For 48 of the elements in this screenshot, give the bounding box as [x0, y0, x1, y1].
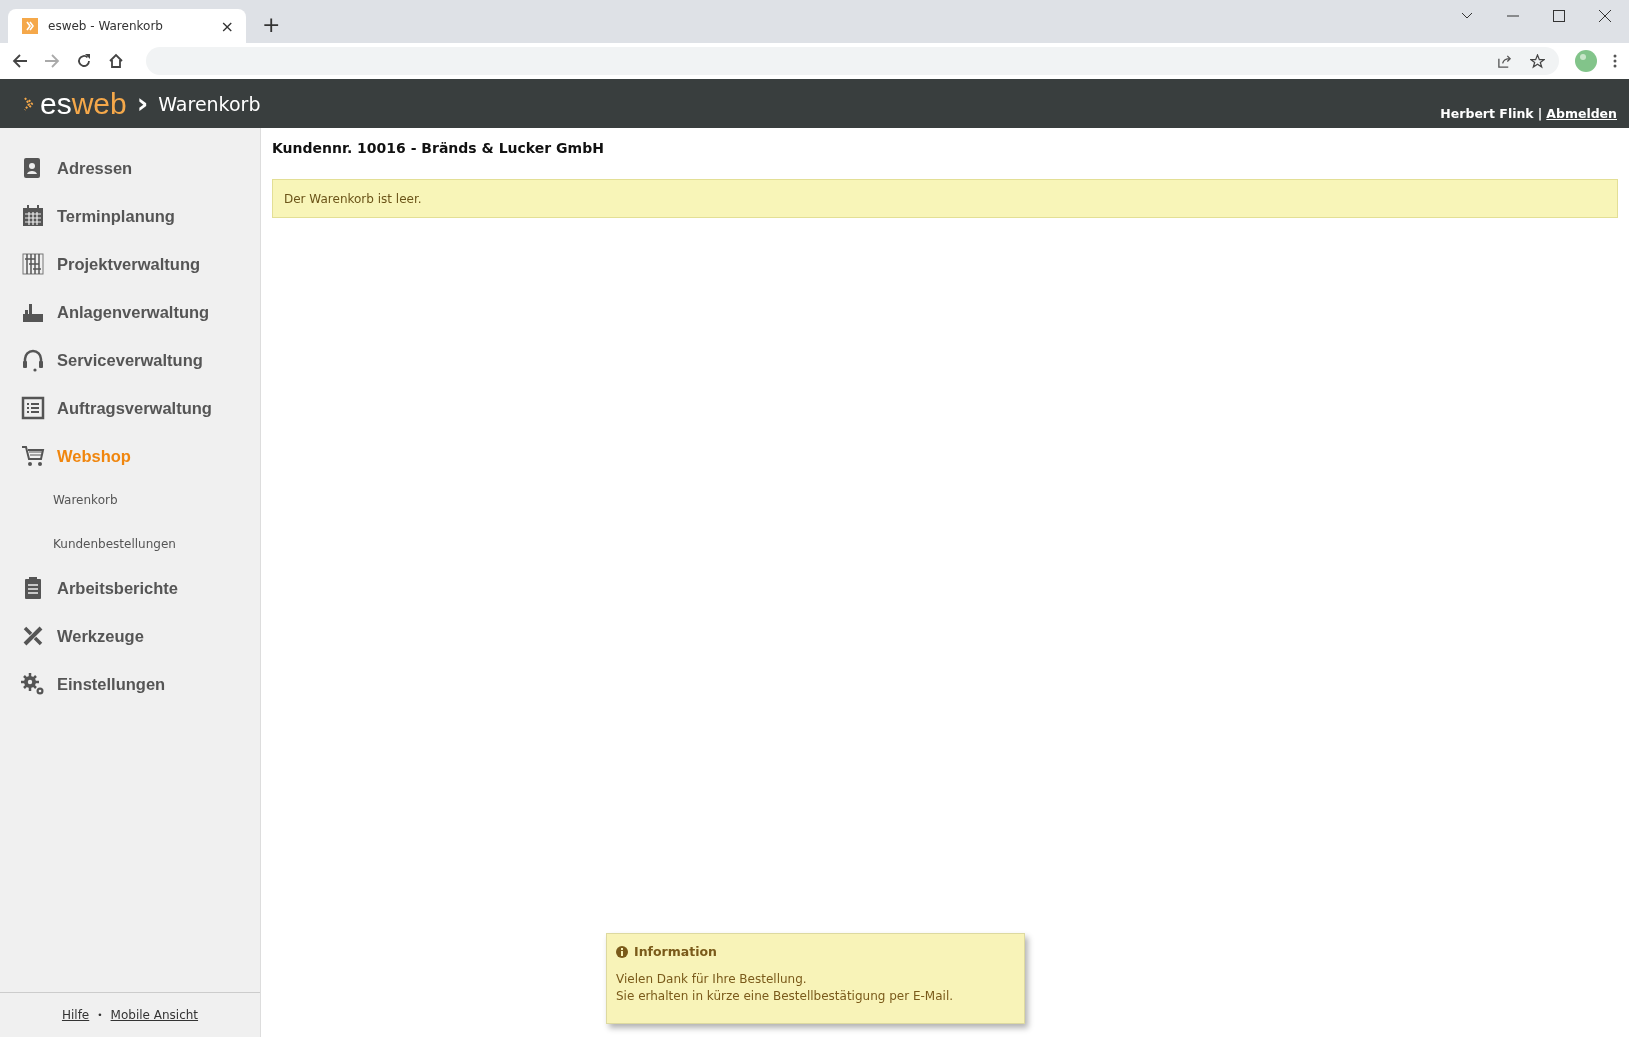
nav-icon [21, 444, 45, 468]
bullet: • [97, 1010, 103, 1020]
nav-item[interactable]: Serviceverwaltung [0, 336, 260, 384]
tab-search-icon[interactable] [1461, 12, 1473, 20]
help-link[interactable]: Hilfe [61, 1008, 90, 1022]
sub-nav-link[interactable]: Warenkorb [53, 490, 260, 510]
nav-item[interactable]: Anlagenverwaltung [0, 288, 260, 336]
separator: | [1537, 106, 1543, 121]
popup-message: Sie erhalten in kürze eine Bestellbestätigung per E-Mail. [616, 988, 955, 1005]
nav-item[interactable]: Projektverwaltung [0, 240, 260, 288]
nav-icon [21, 396, 45, 420]
tab-title: esweb - Warenkorb [48, 19, 164, 33]
nav-item[interactable]: Adressen [0, 144, 260, 192]
home-icon[interactable] [108, 53, 124, 69]
popup-message: Vielen Dank für Ihre Bestellung. [616, 971, 808, 988]
nav-item[interactable]: Werkzeuge [0, 612, 260, 660]
nav-item[interactable]: Arbeitsberichte [0, 564, 260, 612]
share-icon[interactable] [1497, 53, 1512, 69]
customer-heading: Kundennr. 10016 - Bränds & Lucker GmbH [272, 140, 605, 156]
new-tab-button[interactable]: + [262, 12, 281, 37]
close-tab-button[interactable]: × [220, 16, 234, 36]
empty-cart-notice: Der Warenkorb ist leer. [272, 179, 1618, 218]
back-icon[interactable] [12, 53, 28, 69]
page-title: Warenkorb [158, 92, 261, 115]
star-icon[interactable] [1530, 53, 1545, 69]
popup-title: Information [634, 944, 717, 959]
reload-icon[interactable] [76, 53, 92, 69]
menu-icon[interactable] [1613, 54, 1617, 68]
nav-icon [21, 624, 45, 648]
nav-icon [21, 672, 45, 696]
site-favicon [22, 18, 38, 34]
nav-icon [21, 204, 45, 228]
sub-nav-link[interactable]: Kundenbestellungen [53, 534, 260, 554]
user-name: Herbert Flink [1440, 106, 1534, 121]
info-icon [616, 945, 628, 958]
logo-icon [24, 95, 34, 112]
maximize-icon[interactable] [1553, 10, 1565, 22]
nav-icon [21, 252, 45, 276]
nav-item[interactable]: Einstellungen [0, 660, 260, 708]
logo-text: esweb [40, 88, 127, 119]
logout-link[interactable]: Abmelden [1546, 106, 1617, 121]
close-icon[interactable] [1599, 10, 1611, 22]
browser-tab[interactable]: esweb - Warenkorb × [8, 9, 246, 43]
nav-item[interactable]: Terminplanung [0, 192, 260, 240]
breadcrumb-separator: › [136, 87, 149, 120]
mobile-view-link[interactable]: Mobile Ansicht [110, 1008, 199, 1022]
nav-icon [21, 348, 45, 372]
nav-item[interactable]: Auftragsverwaltung [0, 384, 260, 432]
